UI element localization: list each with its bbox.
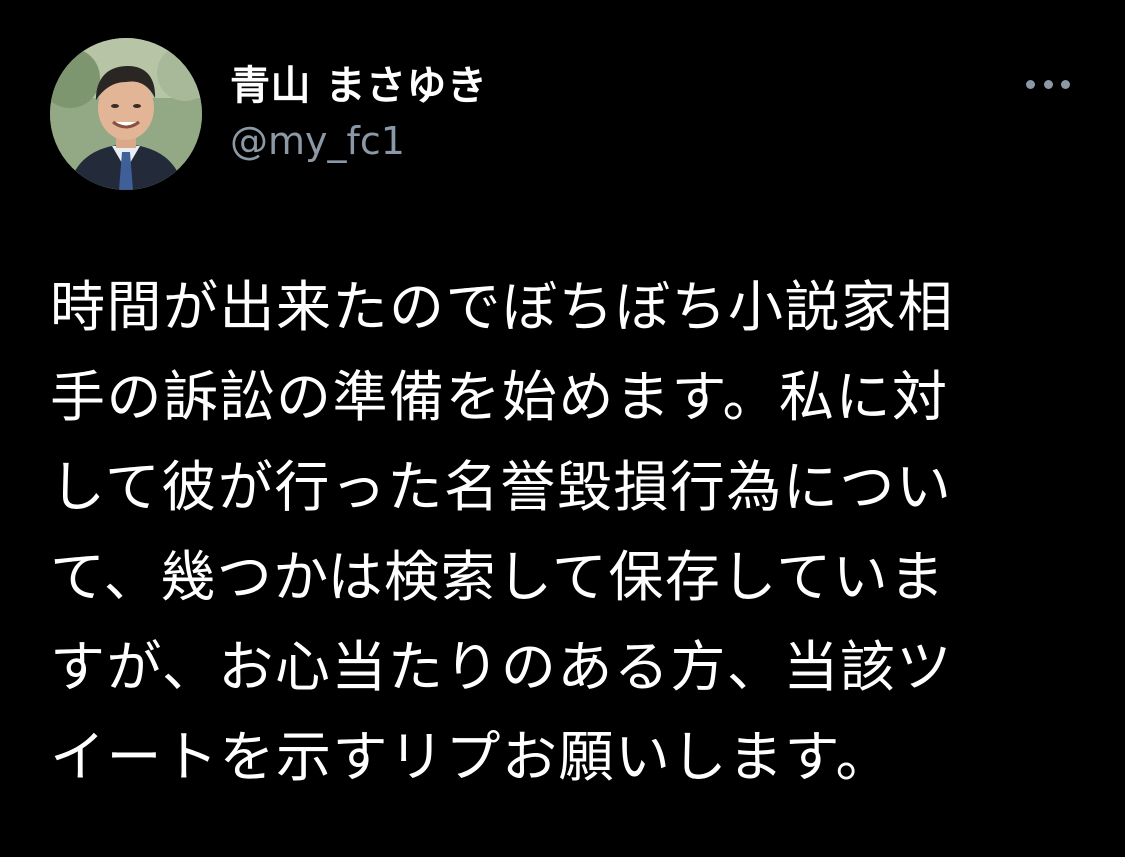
user-handle[interactable]: @my_fc1 — [230, 116, 487, 166]
tweet-text-line: イートを示すリプお願いします。 — [50, 725, 893, 789]
tweet: 青山 まさゆき @my_fc1 時間が出来たのでぼちぼち小説家相 手の訴訟の準備… — [0, 0, 1125, 857]
more-dot — [1043, 79, 1053, 89]
avatar[interactable] — [50, 38, 202, 190]
more-dot — [1026, 79, 1035, 89]
tweet-text-line: 時間が出来たのでぼちぼち小説家相 — [50, 275, 955, 339]
display-name[interactable]: 青山 まさゆき — [230, 62, 487, 110]
tweet-header: 青山 まさゆき @my_fc1 — [50, 38, 1080, 194]
more-horizontal-icon[interactable] — [1026, 74, 1070, 94]
tweet-text-line: て、幾つかは検索して保存していま — [50, 545, 946, 609]
tweet-text-line: して彼が行った名誉毀損行為につい — [50, 455, 953, 519]
tweet-text-line: 手の訴訟の準備を始めます。私に対 — [50, 365, 949, 429]
avatar-image — [50, 38, 202, 190]
tweet-text: 時間が出来たのでぼちぼち小説家相 手の訴訟の準備を始めます。私に対 して彼が行っ… — [50, 262, 1090, 802]
more-dot — [1061, 79, 1070, 89]
author-names: 青山 まさゆき @my_fc1 — [230, 62, 487, 166]
tweet-text-line: すが、お心当たりのある方、当該ツ — [50, 635, 953, 699]
